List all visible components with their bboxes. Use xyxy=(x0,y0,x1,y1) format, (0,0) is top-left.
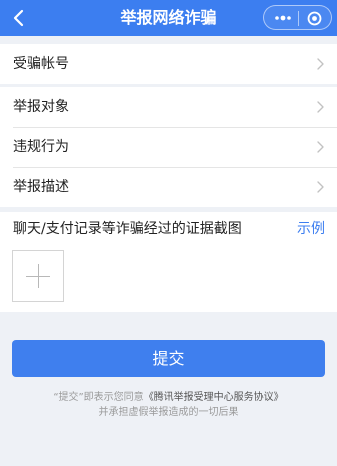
more-dots-icon xyxy=(275,15,291,21)
account-group: 受骗帐号 xyxy=(0,44,337,84)
row-label: 举报描述 xyxy=(13,179,69,195)
chevron-right-icon xyxy=(317,101,324,113)
row-label: 受骗帐号 xyxy=(13,56,69,72)
row-violation[interactable]: 违规行为 xyxy=(0,127,337,167)
evidence-section: 聊天/支付记录等诈骗经过的证据截图 示例 xyxy=(0,212,337,312)
submit-button[interactable]: 提交 xyxy=(12,340,325,377)
target-circle-icon xyxy=(307,11,322,26)
chevron-right-icon xyxy=(317,141,324,153)
top-navigation-bar: 举报网络诈骗 xyxy=(0,0,337,36)
report-details-group: 举报对象 违规行为 举报描述 xyxy=(0,87,337,207)
chevron-right-icon xyxy=(317,181,324,193)
chevron-right-icon xyxy=(317,58,324,70)
example-link[interactable]: 示例 xyxy=(297,220,325,238)
evidence-label: 聊天/支付记录等诈骗经过的证据截图 xyxy=(13,221,242,237)
row-scammed-account[interactable]: 受骗帐号 xyxy=(0,44,337,84)
row-label: 举报对象 xyxy=(13,99,69,115)
service-agreement-link[interactable]: 《腾讯举报受理中心服务协议》 xyxy=(144,392,284,403)
close-mini-program-button[interactable] xyxy=(307,11,322,26)
mini-program-capsule xyxy=(263,5,332,30)
row-description[interactable]: 举报描述 xyxy=(0,167,337,207)
agreement-notice: “提交”即表示您同意《腾讯举报受理中心服务协议》 xyxy=(0,391,337,405)
capsule-divider xyxy=(298,11,299,26)
more-button[interactable] xyxy=(273,12,293,24)
false-report-warning: 并承担虚假举报造成的一切后果 xyxy=(98,407,239,418)
row-label: 违规行为 xyxy=(13,139,69,155)
agreement-prefix: “提交”即表示您同意 xyxy=(53,392,144,403)
row-report-target[interactable]: 举报对象 xyxy=(0,87,337,127)
upload-image-button[interactable] xyxy=(12,250,64,302)
